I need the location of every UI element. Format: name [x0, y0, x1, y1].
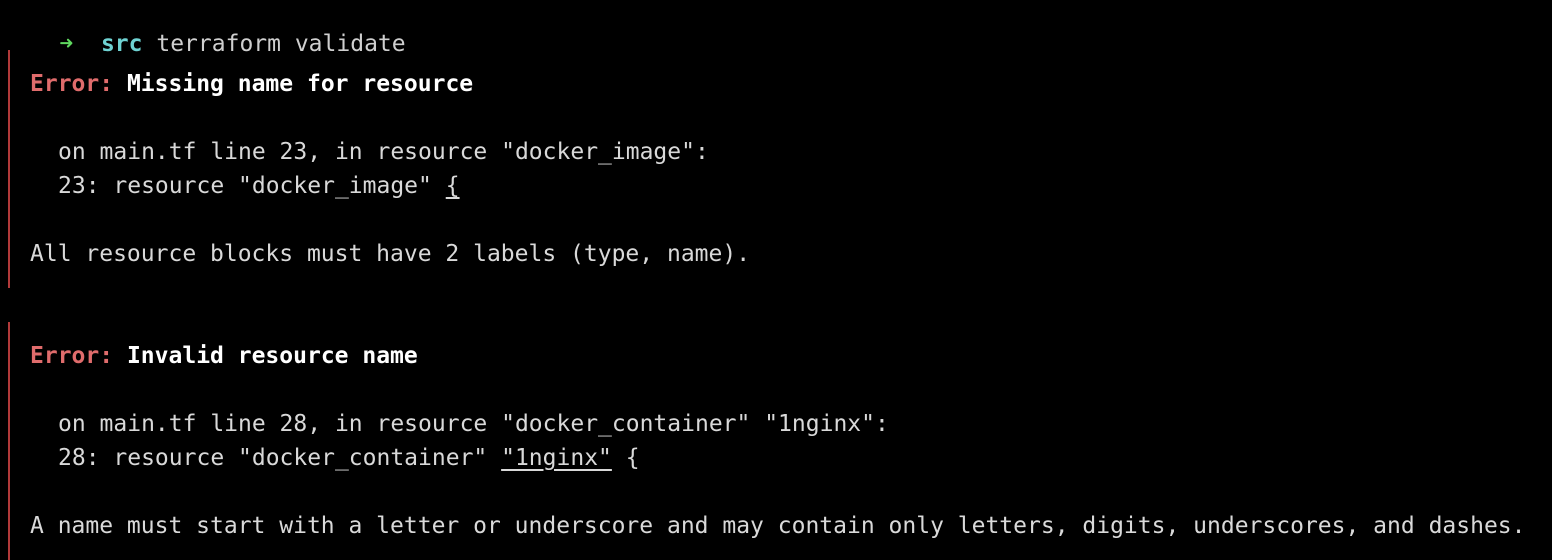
error-label: Error:	[30, 71, 114, 97]
code-highlight: {	[445, 173, 460, 199]
error-label: Error:	[30, 343, 114, 369]
prompt-arrow-icon: ➜	[59, 31, 74, 57]
error-location: on main.tf line 28, in resource "docker_…	[58, 411, 889, 437]
prompt-directory: src	[100, 31, 143, 57]
error-gutter-bar	[8, 50, 10, 288]
error-code-line: 23: resource "docker_image" {	[58, 172, 460, 200]
error-gutter-bar	[8, 322, 10, 560]
code-suffix: {	[611, 445, 640, 471]
code-text: 23: resource "docker_image"	[58, 173, 446, 199]
error-detail: A name must start with a letter or under…	[30, 513, 1526, 539]
error-heading: Error: Invalid resource name	[30, 342, 418, 370]
prompt-command: terraform validate	[156, 31, 406, 57]
code-highlight: "1nginx"	[501, 445, 612, 471]
error-detail: All resource blocks must have 2 labels (…	[30, 241, 751, 267]
error-title: Invalid resource name	[126, 343, 418, 369]
error-title: Missing name for resource	[126, 71, 474, 97]
error-code-line: 28: resource "docker_container" "1nginx"…	[58, 444, 640, 472]
error-location: on main.tf line 23, in resource "docker_…	[58, 139, 709, 165]
code-text: 28: resource "docker_container"	[58, 445, 502, 471]
error-heading: Error: Missing name for resource	[30, 70, 473, 98]
